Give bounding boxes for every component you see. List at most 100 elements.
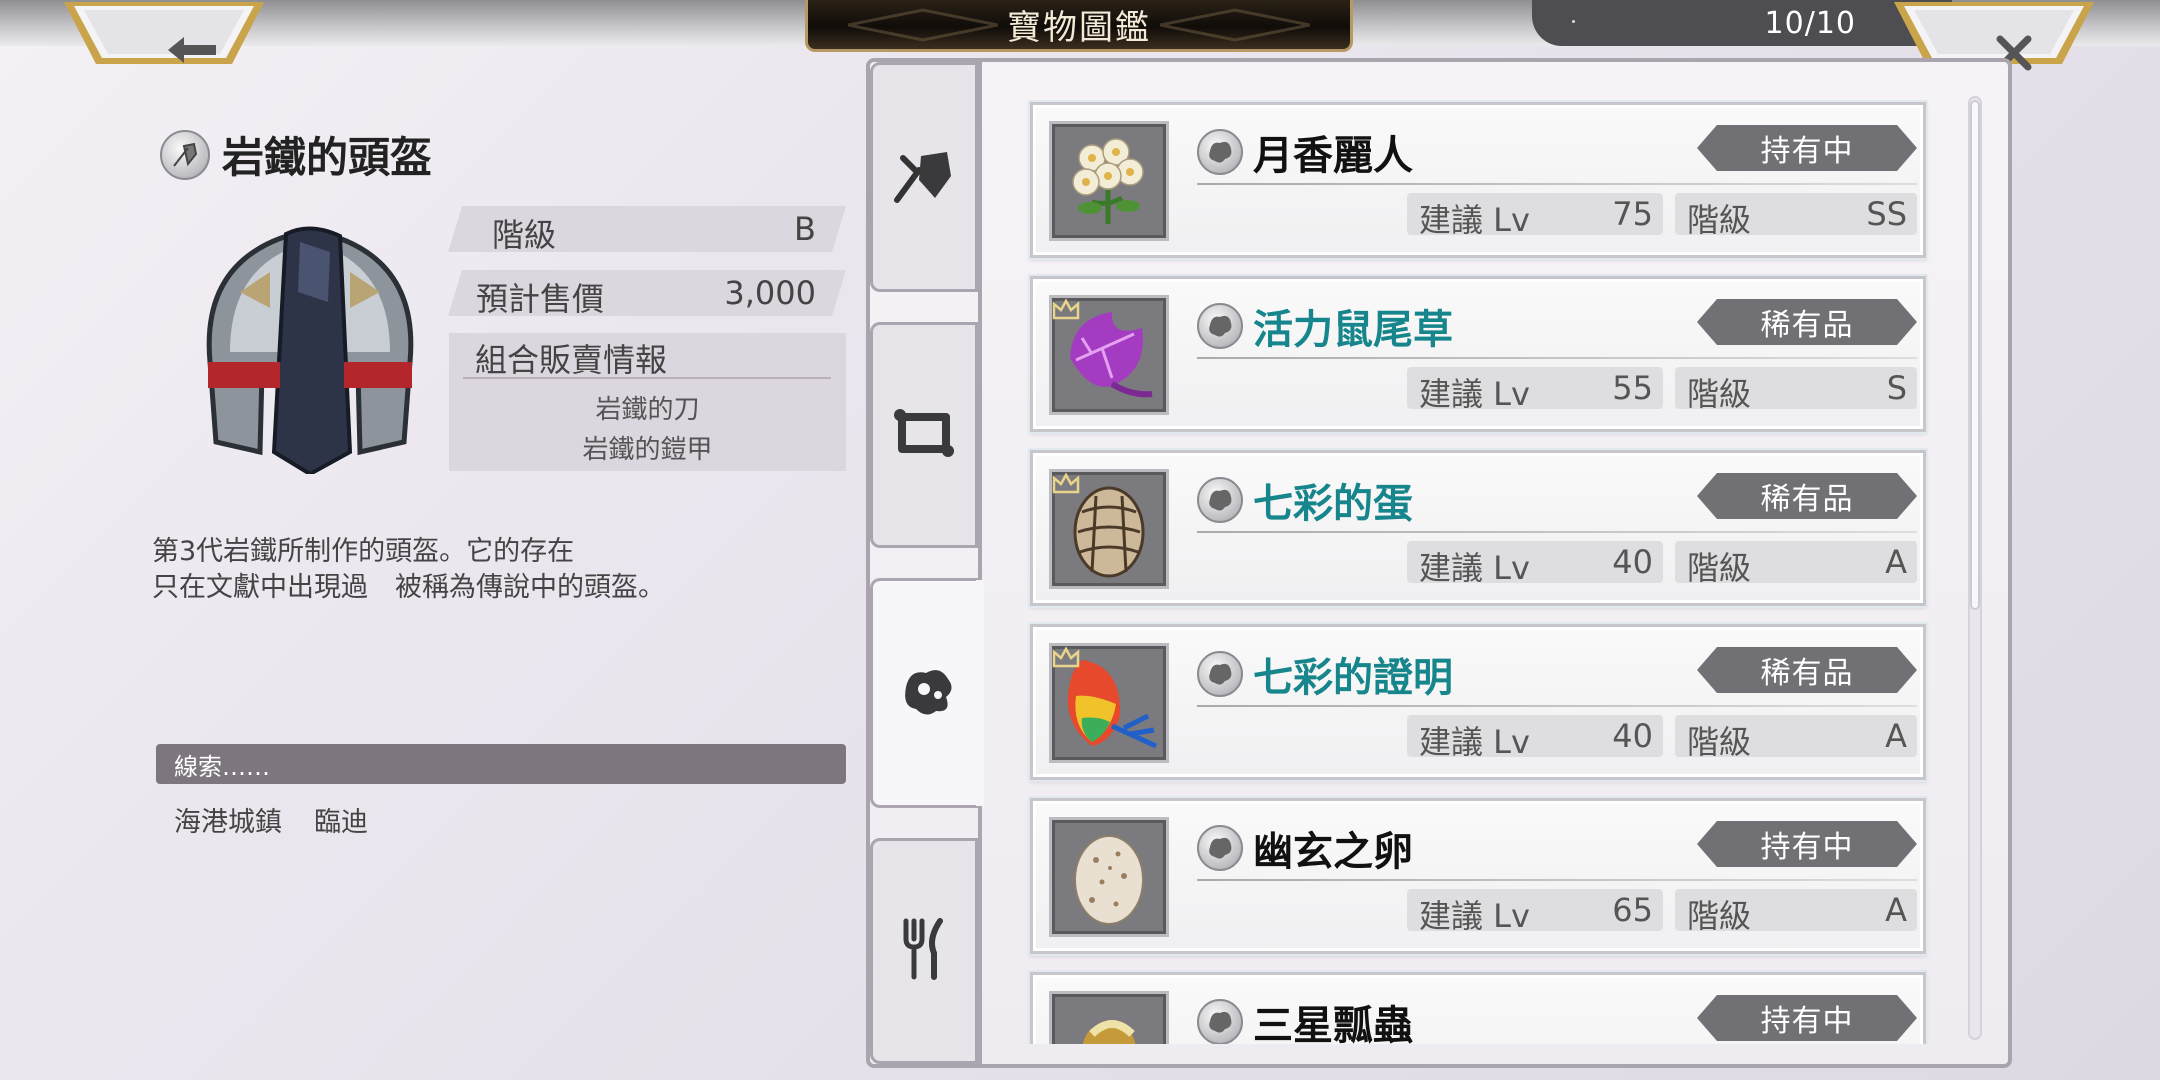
material-category-icon: [1197, 129, 1243, 175]
rank-label: 階級: [1687, 549, 1752, 587]
recommended-level: 建議 Lv 55: [1407, 367, 1663, 413]
item-rank: 階級 A: [1675, 889, 1917, 935]
item-rank: 階級 S: [1675, 367, 1917, 413]
tab-food[interactable]: [870, 838, 978, 1064]
material-category-icon: [1197, 825, 1243, 871]
level-value: 55: [1612, 369, 1653, 407]
material-category-icon: [1197, 999, 1243, 1044]
status-text: 稀有品: [1760, 482, 1854, 517]
status-text: 持有中: [1760, 134, 1854, 169]
armor-icon: [160, 129, 210, 180]
flower-icon: [1049, 121, 1169, 241]
combo-title: 組合販賣情報: [475, 341, 668, 379]
scroll-thumb[interactable]: [1970, 100, 1980, 610]
tab-equipment[interactable]: [870, 62, 978, 292]
scroll-icon: [892, 405, 956, 465]
status-text: 稀有品: [1760, 656, 1854, 691]
item-rank: 階級 A: [1675, 715, 1917, 761]
level-value: 65: [1612, 891, 1653, 929]
item-name: 活力鼠尾草: [1253, 306, 1453, 353]
list-item[interactable]: 七彩的證明 稀有品 建議 Lv 40 階級 A: [1030, 624, 1926, 780]
material-category-icon: [1197, 303, 1243, 349]
list-item[interactable]: 活力鼠尾草 稀有品 建議 Lv 55 階級 S: [1030, 276, 1926, 432]
rainbow-feather-icon: [1049, 643, 1169, 763]
clue-location-town: 臨迪: [314, 807, 368, 838]
rank-value: B: [794, 210, 816, 248]
price-label: 預計售價: [476, 280, 605, 318]
crown-icon: [1052, 472, 1080, 494]
level-label: 建議 Lv: [1419, 723, 1530, 761]
rank-label: 階級: [1687, 201, 1752, 239]
list-item[interactable]: 幽玄之卵 持有中 建議 Lv 65 階級 A: [1030, 798, 1926, 954]
combo-sale-info: 組合販賣情報 岩鐵的刀 岩鐵的鎧甲: [449, 333, 846, 471]
level-label: 建議 Lv: [1419, 549, 1530, 587]
title-plate: 寶物圖鑑: [805, 0, 1353, 52]
counter-text: 10/10: [1764, 5, 1856, 41]
rank-value: A: [1885, 891, 1907, 929]
rank-label: 階級: [1687, 375, 1752, 413]
price-value: 3,000: [724, 274, 816, 312]
rank-label: 階級: [492, 216, 557, 254]
crown-icon: [1052, 298, 1080, 320]
purple-leaf-icon: [1049, 295, 1169, 415]
clue-header: 線索……: [156, 744, 846, 784]
recommended-level: 建議 Lv 65: [1407, 889, 1663, 935]
item-name: 七彩的蛋: [1253, 480, 1413, 527]
combo-item: 岩鐵的刀: [595, 395, 700, 425]
rank-value: S: [1886, 369, 1907, 407]
description-line: 只在文獻中出現過 被稱為傳說中的頭盔。: [152, 572, 665, 603]
item-rank: 階級 A: [1675, 541, 1917, 587]
item-name: 月香麗人: [1253, 132, 1413, 179]
scaled-egg-icon: [1049, 469, 1169, 589]
recommended-level: 建議 Lv 75: [1407, 193, 1663, 239]
back-button[interactable]: [64, 0, 264, 66]
status-badge: 稀有品: [1697, 473, 1917, 519]
status-badge: 持有中: [1697, 995, 1917, 1041]
item-list[interactable]: 月香麗人 持有中 建議 Lv 75 階級 SS 活力鼠尾草 稀有品 建議 Lv …: [1020, 96, 1940, 1044]
helmet-image: [190, 212, 430, 477]
scrollbar[interactable]: [1968, 96, 1982, 1040]
status-badge: 持有中: [1697, 125, 1917, 171]
level-label: 建議 Lv: [1419, 201, 1530, 239]
material-category-icon: [1197, 477, 1243, 523]
close-button[interactable]: [1894, 0, 2094, 71]
level-value: 40: [1612, 717, 1653, 755]
status-badge: 稀有品: [1697, 299, 1917, 345]
list-item[interactable]: 三星瓢蟲 持有中 建議 Lv 階級: [1030, 972, 1926, 1044]
status-text: 稀有品: [1760, 308, 1854, 343]
speckled-egg-icon: [1049, 817, 1169, 937]
level-value: 40: [1612, 543, 1653, 581]
combo-item: 岩鐵的鎧甲: [582, 435, 713, 465]
recommended-level: 建議 Lv 40: [1407, 715, 1663, 761]
material-icon: [896, 659, 960, 727]
status-badge: 稀有品: [1697, 647, 1917, 693]
tab-documents[interactable]: [870, 322, 978, 548]
item-name: 七彩的證明: [1253, 654, 1453, 701]
ladybug-icon: [1049, 991, 1169, 1044]
level-label: 建議 Lv: [1419, 897, 1530, 935]
rank-row: 階級 B: [448, 206, 846, 252]
status-text: 持有中: [1760, 1004, 1854, 1039]
crown-icon: [1052, 646, 1080, 668]
recommended-level: 建議 Lv 40: [1407, 541, 1663, 587]
item-name: 三星瓢蟲: [1253, 1002, 1413, 1044]
weapon-armor-icon: [889, 140, 959, 214]
price-row: 預計售價 3,000: [448, 270, 846, 316]
rank-value: A: [1885, 717, 1907, 755]
tab-materials[interactable]: [870, 578, 982, 808]
rank-value: SS: [1866, 195, 1907, 233]
status-badge: 持有中: [1697, 821, 1917, 867]
clue-label: 線索……: [174, 752, 270, 781]
list-item[interactable]: 月香麗人 持有中 建議 Lv 75 階級 SS: [1030, 102, 1926, 258]
clue-location-area: 海港城鎮: [174, 807, 282, 838]
description-line: 第3代岩鐵所制作的頭盔。它的存在: [152, 536, 575, 567]
item-description: 第3代岩鐵所制作的頭盔。它的存在 只在文獻中出現過 被稱為傳說中的頭盔。: [152, 534, 772, 606]
material-category-icon: [1197, 651, 1243, 697]
rank-label: 階級: [1687, 897, 1752, 935]
collection-counter: 10/10: [1532, 0, 1952, 46]
rank-label: 階級: [1687, 723, 1752, 761]
list-item[interactable]: 七彩的蛋 稀有品 建議 Lv 40 階級 A: [1030, 450, 1926, 606]
level-value: 75: [1612, 195, 1653, 233]
clue-location: 海港城鎮 臨迪: [174, 800, 368, 839]
item-name: 岩鐵的頭盔: [222, 133, 433, 182]
